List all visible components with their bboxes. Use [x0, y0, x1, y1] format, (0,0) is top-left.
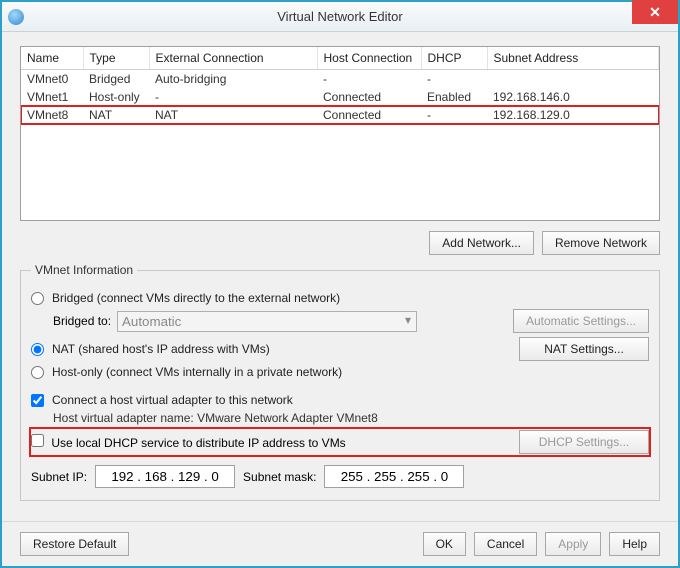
col-header-dhcp[interactable]: DHCP — [421, 47, 487, 70]
col-header-host[interactable]: Host Connection — [317, 47, 421, 70]
network-buttons: Add Network... Remove Network — [20, 231, 660, 255]
connect-adapter-row: Connect a host virtual adapter to this n… — [31, 393, 649, 407]
cell-subnet — [487, 70, 659, 89]
window-title: Virtual Network Editor — [2, 9, 678, 24]
cell-host: Connected — [317, 88, 421, 106]
cell-subnet: 192.168.129.0 — [487, 106, 659, 124]
virtual-network-editor-window: Virtual Network Editor ✕ Name Type Exter… — [0, 0, 680, 568]
table-row[interactable]: VMnet1 Host-only - Connected Enabled 192… — [21, 88, 659, 106]
content-area: Name Type External Connection Host Conne… — [2, 32, 678, 521]
subnet-ip-field[interactable] — [95, 465, 235, 488]
cell-host: - — [317, 70, 421, 89]
cell-external: Auto-bridging — [149, 70, 317, 89]
col-header-external[interactable]: External Connection — [149, 47, 317, 70]
nat-radio[interactable] — [31, 343, 44, 356]
bridged-to-row: Bridged to: Automatic Settings... — [53, 309, 649, 333]
dhcp-settings-button: DHCP Settings... — [519, 430, 649, 454]
cell-host: Connected — [317, 106, 421, 124]
vmnet-info-legend: VMnet Information — [31, 263, 137, 277]
table-row-selected[interactable]: VMnet8 NAT NAT Connected - 192.168.129.0 — [21, 106, 659, 124]
restore-default-button[interactable]: Restore Default — [20, 532, 129, 556]
ok-button[interactable]: OK — [423, 532, 466, 556]
cell-dhcp: - — [421, 70, 487, 89]
remove-network-button[interactable]: Remove Network — [542, 231, 660, 255]
hostonly-radio-label[interactable]: Host-only (connect VMs internally in a p… — [31, 365, 342, 379]
connect-adapter-checkbox[interactable] — [31, 394, 44, 407]
col-header-type[interactable]: Type — [83, 47, 149, 70]
cell-dhcp: Enabled — [421, 88, 487, 106]
cell-name: VMnet1 — [21, 88, 83, 106]
subnet-mask-field[interactable] — [324, 465, 464, 488]
apply-button: Apply — [545, 532, 601, 556]
cell-external: NAT — [149, 106, 317, 124]
bridged-to-label: Bridged to: — [53, 314, 111, 328]
bridged-radio-label[interactable]: Bridged (connect VMs directly to the ext… — [31, 291, 340, 305]
bottom-button-bar: Restore Default OK Cancel Apply Help — [2, 521, 678, 566]
subnet-mask-label: Subnet mask: — [243, 470, 316, 484]
dhcp-service-label[interactable]: Use local DHCP service to distribute IP … — [31, 434, 346, 450]
network-table[interactable]: Name Type External Connection Host Conne… — [20, 46, 660, 221]
vmnet-info-group: VMnet Information Bridged (connect VMs d… — [20, 263, 660, 501]
close-button[interactable]: ✕ — [632, 0, 678, 24]
nat-radio-label[interactable]: NAT (shared host's IP address with VMs) — [31, 342, 270, 356]
cell-dhcp: - — [421, 106, 487, 124]
hostonly-radio[interactable] — [31, 366, 44, 379]
bridged-text: Bridged (connect VMs directly to the ext… — [52, 291, 340, 305]
cell-type: Bridged — [83, 70, 149, 89]
add-network-button[interactable]: Add Network... — [429, 231, 534, 255]
subnet-ip-label: Subnet IP: — [31, 470, 87, 484]
bridged-radio[interactable] — [31, 292, 44, 305]
automatic-settings-button: Automatic Settings... — [513, 309, 649, 333]
connect-adapter-label[interactable]: Connect a host virtual adapter to this n… — [31, 393, 293, 407]
cell-external: - — [149, 88, 317, 106]
nat-text: NAT (shared host's IP address with VMs) — [52, 342, 270, 356]
col-header-name[interactable]: Name — [21, 47, 83, 70]
cell-type: NAT — [83, 106, 149, 124]
titlebar: Virtual Network Editor ✕ — [2, 2, 678, 32]
close-icon: ✕ — [649, 4, 661, 21]
subnet-row: Subnet IP: Subnet mask: — [31, 465, 649, 488]
nat-settings-button[interactable]: NAT Settings... — [519, 337, 649, 361]
bridged-to-select — [117, 311, 417, 332]
cell-subnet: 192.168.146.0 — [487, 88, 659, 106]
col-header-subnet[interactable]: Subnet Address — [487, 47, 659, 70]
cell-name: VMnet8 — [21, 106, 83, 124]
table-row[interactable]: VMnet0 Bridged Auto-bridging - - — [21, 70, 659, 89]
adapter-name-row: Host virtual adapter name: VMware Networ… — [53, 411, 649, 425]
dhcp-service-checkbox[interactable] — [31, 434, 44, 447]
cell-type: Host-only — [83, 88, 149, 106]
bridged-row: Bridged (connect VMs directly to the ext… — [31, 291, 649, 305]
cancel-button[interactable]: Cancel — [474, 532, 537, 556]
dhcp-service-row: Use local DHCP service to distribute IP … — [31, 429, 649, 455]
dhcp-service-text: Use local DHCP service to distribute IP … — [51, 436, 345, 450]
hostonly-text: Host-only (connect VMs internally in a p… — [52, 365, 342, 379]
nat-row: NAT (shared host's IP address with VMs) … — [31, 337, 649, 361]
cell-name: VMnet0 — [21, 70, 83, 89]
table-header-row: Name Type External Connection Host Conne… — [21, 47, 659, 70]
connect-adapter-text: Connect a host virtual adapter to this n… — [52, 393, 293, 407]
help-button[interactable]: Help — [609, 532, 660, 556]
hostonly-row: Host-only (connect VMs internally in a p… — [31, 365, 649, 379]
